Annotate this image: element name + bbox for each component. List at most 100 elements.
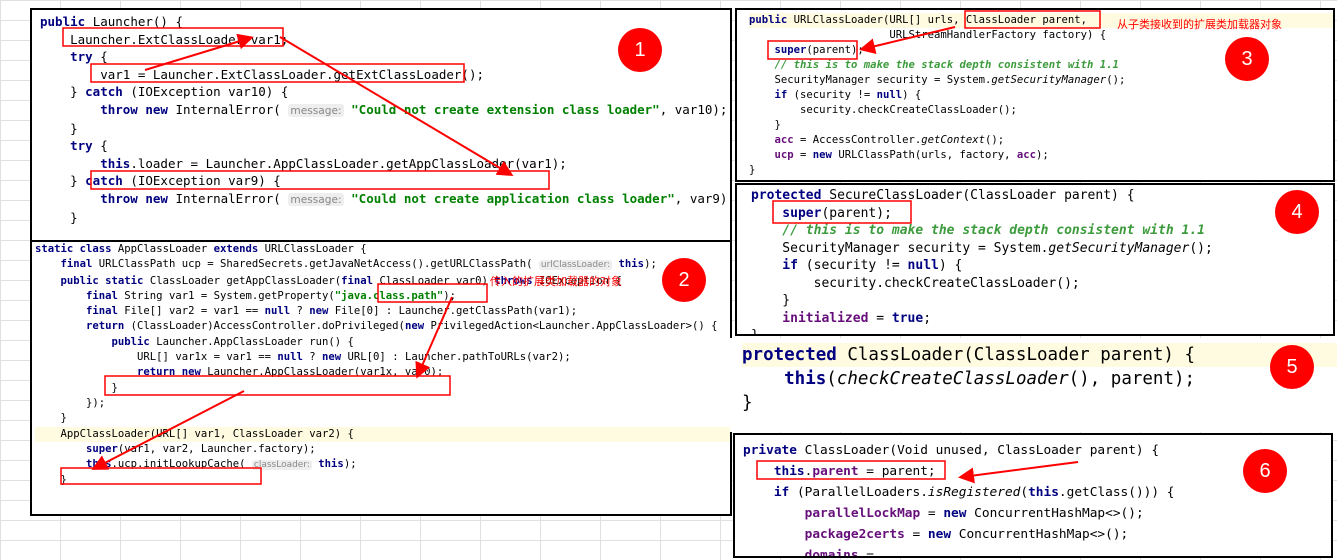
code-token: SecurityManager security = System. bbox=[751, 240, 1049, 256]
code-token: new bbox=[404, 320, 431, 333]
code-token: this bbox=[35, 458, 112, 471]
code-token: try bbox=[40, 138, 101, 154]
code-line: } catch (IOException var10) { bbox=[40, 83, 730, 101]
code-line: parallelLockMap = new ConcurrentHashMap<… bbox=[743, 503, 1331, 524]
code-line: super(parent); bbox=[751, 205, 1333, 223]
code-line: AppClassLoader(URL[] var1, ClassLoader v… bbox=[35, 426, 730, 442]
code-token: package2certs bbox=[743, 527, 913, 542]
code-token: InternalError( bbox=[175, 190, 289, 206]
code-token: final bbox=[341, 274, 380, 287]
code-line: super(var1, var2, Launcher.factory); bbox=[35, 442, 730, 457]
code-token: (ClassLoader)AccessController.doPrivileg… bbox=[130, 320, 405, 333]
code-line: acc = AccessController.getContext(); bbox=[749, 133, 1333, 148]
code-token: AppClassLoader bbox=[117, 243, 214, 255]
code-line: ucp = new URLClassPath(urls, factory, ac… bbox=[749, 148, 1333, 163]
code-line: } catch (IOException var9) { bbox=[40, 172, 730, 190]
code-token: ) { bbox=[938, 258, 963, 273]
code-token: throw new bbox=[40, 190, 176, 206]
code-token: ( bbox=[826, 369, 837, 389]
parameter-hint: message: bbox=[288, 192, 344, 206]
code-token: (ParallelLoaders. bbox=[796, 485, 928, 500]
code-token: new bbox=[309, 305, 335, 318]
code-token: { bbox=[100, 138, 108, 154]
code-token: ClassLoader getAppClassLoader( bbox=[149, 274, 342, 287]
step-badge-5: 5 bbox=[1270, 345, 1314, 389]
code-line: }); bbox=[35, 396, 730, 411]
code-panel-class-loader-private: private ClassLoader(Void unused, ClassLo… bbox=[733, 433, 1333, 558]
code-line: this.ucp.initLookupCache( classLoader: t… bbox=[35, 457, 730, 473]
code-token: ; bbox=[923, 310, 932, 326]
code-token: .loader = Launcher.AppClassLoader.getApp… bbox=[130, 155, 567, 171]
code-token: ? bbox=[296, 305, 310, 318]
code-token: "java.class.path" bbox=[334, 289, 444, 302]
code-token: getSecurityManager bbox=[991, 74, 1107, 86]
code-token: public static bbox=[35, 274, 150, 287]
code-line: } bbox=[749, 118, 1333, 133]
code-token: final bbox=[35, 289, 125, 302]
code-line: protected ClassLoader(ClassLoader parent… bbox=[742, 343, 1337, 367]
code-line: public Launcher.AppClassLoader run() { bbox=[35, 335, 730, 350]
code-token: initialized bbox=[751, 310, 877, 326]
code-token: if bbox=[751, 258, 806, 273]
code-token: = parent; bbox=[866, 464, 936, 479]
code-token: this bbox=[40, 155, 131, 171]
code-line: static class AppClassLoader extends URLC… bbox=[35, 242, 730, 257]
code-token: var1 = Launcher.ExtClassLoader.getExtCla… bbox=[40, 66, 485, 82]
code-token: (parent); bbox=[821, 205, 892, 221]
code-line: if (security != null) { bbox=[751, 257, 1333, 275]
code-token: new bbox=[943, 506, 975, 521]
code-line: } bbox=[35, 381, 730, 396]
code-token: final bbox=[35, 305, 125, 318]
code-token: final bbox=[35, 258, 99, 271]
code-token: try bbox=[40, 49, 101, 65]
code-token: this bbox=[612, 258, 645, 271]
code-line: throw new InternalError( message: "Could… bbox=[40, 101, 730, 120]
code-token: AppClassLoader(URL[] var1, ClassLoader v… bbox=[35, 427, 354, 440]
code-line: } bbox=[742, 391, 1337, 415]
code-token: = bbox=[876, 310, 892, 326]
code-line: public static ClassLoader getAppClassLoa… bbox=[35, 274, 730, 289]
code-line: final String var1 = System.getProperty("… bbox=[35, 289, 730, 304]
code-token: ) { bbox=[902, 89, 922, 101]
code-token: Launcher.AppClassLoader(var1x, var0); bbox=[207, 366, 444, 379]
code-token: SecurityManager security = System. bbox=[749, 74, 992, 86]
code-token: ClassLoader var0) bbox=[379, 274, 495, 287]
code-token: (security != bbox=[805, 258, 908, 273]
code-token: (), parent); bbox=[1068, 369, 1196, 389]
code-token: URL[0] : Launcher.pathToURLs(var2); bbox=[347, 351, 571, 364]
code-token: this bbox=[742, 369, 827, 389]
code-token: this bbox=[311, 458, 344, 471]
code-token: = bbox=[800, 149, 813, 161]
code-token: null bbox=[277, 351, 310, 364]
code-panel-secure-class-loader: protected SecureClassLoader(ClassLoader … bbox=[735, 183, 1335, 336]
annotation-note-2: 传入的扩展类加载器的对象 bbox=[490, 275, 622, 288]
code-token: } bbox=[35, 412, 67, 425]
code-token: true bbox=[891, 310, 924, 326]
code-panel-app-class-loader: static class AppClassLoader extends URLC… bbox=[30, 240, 732, 516]
code-token: extends bbox=[213, 243, 265, 255]
step-badge-2: 2 bbox=[662, 258, 706, 302]
code-token: String var1 = System.getProperty( bbox=[124, 289, 335, 302]
code-line: } bbox=[35, 473, 730, 488]
code-token: if bbox=[743, 485, 797, 500]
code-token: public bbox=[749, 14, 794, 26]
code-line: URL[] var1x = var1 == null ? new URL[0] … bbox=[35, 350, 730, 365]
code-line: try { bbox=[40, 137, 730, 155]
code-token: return new bbox=[35, 366, 208, 379]
code-line: initialized = true; bbox=[751, 310, 1333, 328]
code-token: return bbox=[35, 320, 131, 333]
code-token: protected bbox=[751, 188, 830, 203]
code-token: (); bbox=[1189, 240, 1213, 256]
code-token: security.checkCreateClassLoader(); bbox=[749, 104, 1017, 116]
code-panel-class-loader-protected: protected ClassLoader(ClassLoader parent… bbox=[730, 338, 1337, 432]
code-token: null bbox=[907, 258, 939, 273]
code-token: ); bbox=[1036, 149, 1049, 161]
code-token: this bbox=[1028, 485, 1059, 500]
code-token: ); bbox=[443, 289, 456, 302]
code-token: ( bbox=[1020, 485, 1029, 500]
code-token: super bbox=[35, 442, 118, 455]
code-token: public bbox=[40, 14, 93, 29]
code-token: (var1, var2, Launcher.factory); bbox=[117, 442, 316, 455]
code-token: throw new bbox=[40, 101, 176, 117]
code-token: } bbox=[40, 209, 78, 225]
